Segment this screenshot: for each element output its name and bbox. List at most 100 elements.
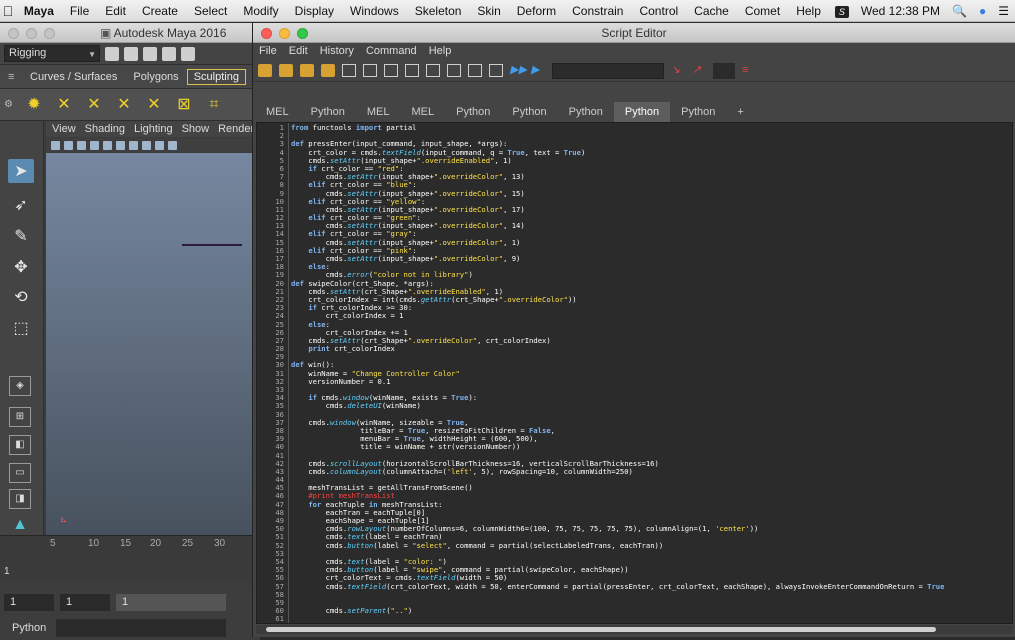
smooth-tool-icon[interactable]: ✕ bbox=[55, 96, 73, 114]
script-tab-3[interactable]: MEL bbox=[400, 102, 446, 122]
menu-control[interactable]: Control bbox=[631, 4, 686, 18]
clear-input-icon[interactable] bbox=[426, 64, 440, 77]
move-tool-icon[interactable]: ✥ bbox=[8, 255, 34, 279]
menu-skin[interactable]: Skin bbox=[469, 4, 508, 18]
menu-help[interactable]: Help bbox=[788, 4, 829, 18]
show-history-icon[interactable] bbox=[468, 64, 482, 77]
graph-layout-icon[interactable]: ◨ bbox=[9, 489, 31, 509]
perspective-viewport[interactable]: ⊾ bbox=[46, 153, 260, 535]
foamy-tool-icon[interactable]: ⌗ bbox=[205, 96, 223, 114]
search-field[interactable] bbox=[552, 62, 664, 79]
show-stack-trace-icon[interactable] bbox=[384, 64, 398, 77]
load-script-icon[interactable] bbox=[258, 64, 272, 77]
camera-icon[interactable] bbox=[51, 140, 60, 150]
menu-edit[interactable]: Edit bbox=[97, 4, 134, 18]
add-tab-button[interactable]: + bbox=[726, 102, 755, 122]
grab-tool-icon[interactable]: ✕ bbox=[115, 96, 133, 114]
zoom-icon[interactable] bbox=[297, 28, 308, 39]
time-slider[interactable]: 1 5 10 15 20 25 30 bbox=[0, 535, 260, 579]
clear-history-icon[interactable] bbox=[405, 64, 419, 77]
outliner-layout-icon[interactable]: ▭ bbox=[9, 463, 31, 483]
goto-line-field[interactable] bbox=[713, 62, 735, 79]
menu-select[interactable]: Select bbox=[186, 4, 235, 18]
start-time-field[interactable]: 1 bbox=[4, 593, 54, 611]
execute-icon[interactable]: ▶ bbox=[531, 64, 545, 77]
textured-icon[interactable] bbox=[142, 140, 151, 150]
wireframe-icon[interactable] bbox=[116, 140, 125, 150]
panel-menu-lighting[interactable]: Lighting bbox=[134, 121, 173, 137]
search-down-icon[interactable]: ↘ bbox=[671, 64, 685, 77]
panel-menu-shading[interactable]: Shading bbox=[85, 121, 125, 137]
se-menu-file[interactable]: File bbox=[259, 43, 277, 60]
app-menu[interactable]: Maya bbox=[16, 4, 62, 18]
siri-icon[interactable]: ● bbox=[973, 4, 992, 18]
echo-commands-icon[interactable] bbox=[342, 64, 356, 77]
save-to-shelf-icon[interactable] bbox=[321, 64, 335, 77]
panel-menu-show[interactable]: Show bbox=[182, 121, 210, 137]
shelf-tab-sculpting[interactable]: Sculpting bbox=[186, 68, 246, 85]
new-scene-icon[interactable] bbox=[105, 46, 119, 61]
menu-display[interactable]: Display bbox=[287, 4, 342, 18]
select-tool-icon[interactable]: ➤ bbox=[8, 159, 34, 183]
goto-line-icon[interactable]: ≡ bbox=[742, 64, 756, 77]
command-line-input[interactable] bbox=[56, 619, 227, 637]
horizontal-scrollbar[interactable] bbox=[256, 625, 1013, 634]
paint-select-tool-icon[interactable]: ✎ bbox=[8, 224, 34, 248]
script-tab-1[interactable]: Python bbox=[299, 102, 356, 122]
script-tab-6[interactable]: Python bbox=[557, 102, 614, 122]
menu-constrain[interactable]: Constrain bbox=[564, 4, 631, 18]
script-tab-0[interactable]: MEL bbox=[255, 102, 300, 122]
shelf-tab-polygons[interactable]: Polygons bbox=[125, 71, 186, 83]
lights-icon[interactable] bbox=[155, 140, 164, 150]
menu-modify[interactable]: Modify bbox=[235, 4, 286, 18]
show-input-icon[interactable] bbox=[489, 64, 503, 77]
se-menu-help[interactable]: Help bbox=[429, 43, 452, 60]
save-script-icon[interactable] bbox=[300, 64, 314, 77]
menu-cache[interactable]: Cache bbox=[686, 4, 737, 18]
menu-file[interactable]: File bbox=[62, 4, 97, 18]
camera-attr-icon[interactable] bbox=[64, 140, 73, 150]
flatten-tool-icon[interactable]: ⊠ bbox=[175, 96, 193, 114]
shadows-icon[interactable] bbox=[168, 140, 177, 150]
panel-menu-view[interactable]: View bbox=[52, 121, 76, 137]
script-tab-5[interactable]: Python bbox=[501, 102, 558, 122]
apple-icon[interactable]:  bbox=[0, 3, 16, 19]
menu-deform[interactable]: Deform bbox=[509, 4, 564, 18]
pinch-tool-icon[interactable]: ✕ bbox=[145, 96, 163, 114]
relax-tool-icon[interactable]: ✕ bbox=[85, 96, 103, 114]
script-tab-2[interactable]: MEL bbox=[355, 102, 401, 122]
smooth-shade-icon[interactable] bbox=[129, 140, 138, 150]
rotate-tool-icon[interactable]: ⟲ bbox=[8, 285, 34, 309]
two-view-layout-icon[interactable]: ◧ bbox=[9, 435, 31, 455]
script-tab-8[interactable]: Python bbox=[670, 102, 727, 122]
se-menu-edit[interactable]: Edit bbox=[289, 43, 308, 60]
window-controls[interactable] bbox=[261, 28, 308, 39]
clock[interactable]: Wed 12:38 PM bbox=[855, 4, 946, 18]
menu-create[interactable]: Create bbox=[134, 4, 186, 18]
source-script-icon[interactable] bbox=[279, 64, 293, 77]
search-up-icon[interactable]: ↗ bbox=[692, 64, 706, 77]
clear-all-icon[interactable] bbox=[447, 64, 461, 77]
four-view-layout-icon[interactable]: ⊞ bbox=[9, 407, 31, 427]
spotlight-icon[interactable]: 🔍 bbox=[946, 4, 973, 18]
script-tab-7[interactable]: Python bbox=[613, 102, 671, 122]
minimize-icon[interactable] bbox=[279, 28, 290, 39]
scale-tool-icon[interactable]: ⬚ bbox=[8, 316, 34, 340]
shelf-tab-curves[interactable]: Curves / Surfaces bbox=[22, 71, 125, 83]
app-status-icon[interactable]: S bbox=[829, 4, 855, 18]
shelf-options-icon[interactable]: ⚙ bbox=[4, 99, 13, 110]
menu-windows[interactable]: Windows bbox=[342, 4, 407, 18]
menu-comet[interactable]: Comet bbox=[737, 4, 788, 18]
notification-center-icon[interactable]: ☰ bbox=[992, 4, 1015, 18]
image-plane-icon[interactable] bbox=[90, 140, 99, 150]
menu-set-dropdown[interactable]: Rigging bbox=[4, 45, 100, 62]
shelf-menu-icon[interactable]: ≡ bbox=[0, 71, 22, 83]
grid-icon[interactable] bbox=[103, 140, 112, 150]
code-editor[interactable]: 1 from functools import partial 2 3 def pres… bbox=[256, 122, 1013, 624]
playback-start-field[interactable]: 1 bbox=[60, 593, 110, 611]
close-icon[interactable] bbox=[261, 28, 272, 39]
undo-icon[interactable] bbox=[162, 46, 176, 61]
bookmark-icon[interactable] bbox=[77, 140, 86, 150]
command-line-language[interactable]: Python bbox=[12, 622, 46, 634]
show-line-numbers-icon[interactable] bbox=[363, 64, 377, 77]
